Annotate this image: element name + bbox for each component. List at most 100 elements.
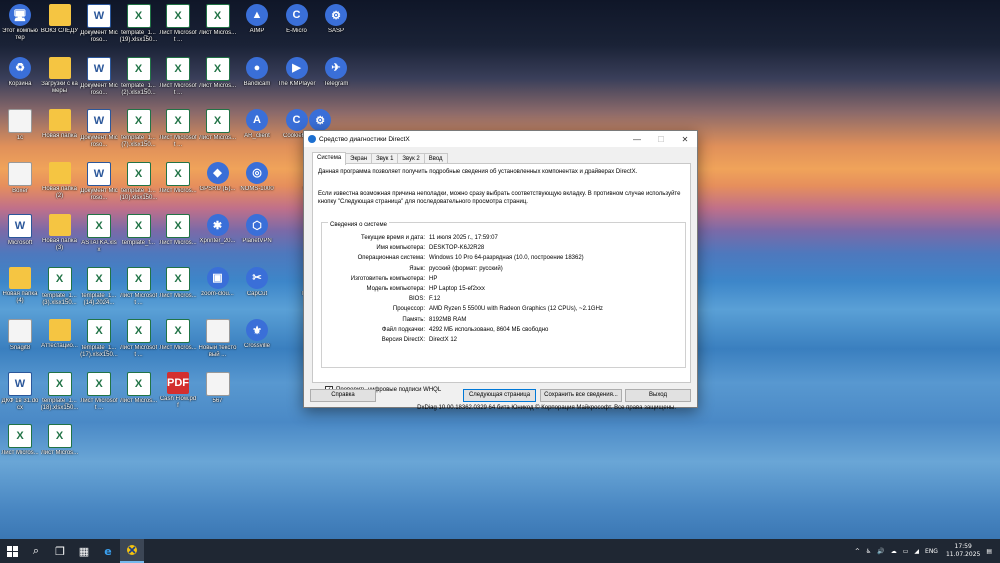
desktop-icon[interactable]: A AR_client <box>238 109 276 157</box>
title-bar[interactable]: Средство диагностики DirectX — ☐ ✕ <box>304 131 697 147</box>
desktop-icon[interactable]: X Лист Micros... <box>159 319 197 367</box>
battery-icon[interactable]: ▭ <box>903 548 909 555</box>
excel-file-icon: X <box>166 109 190 133</box>
word-file-icon: W <box>87 109 111 133</box>
desktop-icon[interactable]: W Документ Microso... <box>80 161 118 210</box>
file-file-icon <box>8 319 32 343</box>
dxdiag-taskbar-icon[interactable] <box>120 539 144 563</box>
language-indicator[interactable]: ENG <box>925 548 938 555</box>
desktop-icon[interactable]: Xtemplate_1... (10).xlsx150... <box>120 161 158 210</box>
desktop-icon[interactable]: X Лист Micros... <box>120 371 158 420</box>
desktop-icon[interactable]: ✱ Xprinter_20... <box>199 214 237 262</box>
save-all-button[interactable]: Сохранить все сведения... <box>540 389 622 402</box>
desktop-icon[interactable]: X Лист Microsoft ... <box>120 319 158 367</box>
desktop-icon[interactable]: X Лист Micros... <box>159 161 197 210</box>
next-page-button[interactable]: Следующая страница <box>463 389 536 402</box>
desktop-icon[interactable]: 🖥 Этот компьютер <box>1 4 39 52</box>
accessibility-icon[interactable]: ♿ <box>866 548 871 555</box>
desktop-icon[interactable]: ⚙ SASP <box>317 4 355 52</box>
excel-file-icon: X <box>166 319 190 343</box>
desktop-icon[interactable]: W Документ Microso... <box>80 4 118 52</box>
desktop-icon[interactable]: ▶ The KMPlayer <box>278 56 316 105</box>
desktop-icon[interactable]: Новый текстовый ... <box>199 319 237 367</box>
desktop-icon[interactable]: ◆ GPSRU (Б)... <box>199 161 237 210</box>
clock[interactable]: 17:59 11.07.2025 <box>946 543 980 559</box>
desktop-icon[interactable]: Xtemplate_1... (19).xlsx150... <box>120 4 158 52</box>
desktop-icon[interactable]: X Лист Micros... <box>159 266 197 315</box>
desktop-icon[interactable]: 567 <box>199 371 237 420</box>
desktop-icon[interactable]: ◎ NOMS-1000 <box>238 161 276 210</box>
desktop-icon[interactable]: X Лист Micros... <box>1 424 39 472</box>
search-icon[interactable]: ⌕ <box>24 539 48 563</box>
desktop-icon[interactable]: Xtemplate_1... (17).xlsx150... <box>80 319 118 367</box>
desktop-icon[interactable]: Xtemplate_1... (14).2024... <box>80 266 118 315</box>
desktop-icon[interactable]: Xtemplate_1... (18).xlsx150... <box>41 371 79 420</box>
desktop-icon[interactable]: X Лист Microsoft ... <box>159 56 197 105</box>
desktop-icon[interactable]: Xtemplate_1... (3).xlsx150... <box>41 266 79 315</box>
desktop-icon[interactable]: C E-Micro <box>278 4 316 52</box>
desktop-icon[interactable]: Новая папка (4) <box>1 266 39 315</box>
desktop-icon[interactable]: ⬡ PlanetVPN <box>238 214 276 262</box>
minimize-button[interactable]: — <box>625 131 649 147</box>
volume-icon[interactable]: 🔊 <box>877 548 884 555</box>
desktop-icon[interactable]: ▲ AIMP <box>238 4 276 52</box>
notifications-icon[interactable]: ▤ <box>986 548 992 555</box>
desktop-icon[interactable]: Новая папка (2) <box>41 161 79 210</box>
calculator-icon[interactable]: ▦ <box>72 539 96 563</box>
desktop-icon[interactable]: X ASTATKA.xlsx <box>80 214 118 262</box>
desktop-icon[interactable]: X Лист Micros... <box>199 4 237 52</box>
file-file-icon <box>205 319 230 343</box>
network-icon[interactable]: ◢ <box>914 548 919 555</box>
desktop-icon[interactable]: X Лист Microsoft ... <box>80 371 118 420</box>
desktop-icon[interactable]: Аттестацио... <box>41 319 79 367</box>
app-file-icon: ▲ <box>246 4 268 26</box>
desktop-icon[interactable]: X Лист Micros... <box>199 56 237 105</box>
desktop-icon[interactable]: X Лист Microsoft ... <box>120 266 158 315</box>
task-view-icon[interactable]: ❐ <box>48 539 72 563</box>
desktop-icon[interactable]: Загрузки с камеры <box>41 56 79 105</box>
excel-file-icon: X <box>8 424 32 448</box>
desktop-icon[interactable]: W ДКФ 1в 31.docx <box>1 371 39 420</box>
desktop-icon[interactable]: Новая папка (3) <box>41 214 79 262</box>
desktop-icon[interactable]: ✈ Telegram <box>317 56 355 105</box>
cloud-icon[interactable]: ☁ <box>891 548 897 555</box>
edge-icon[interactable]: e <box>96 539 120 563</box>
file-file-icon <box>8 109 32 133</box>
desktop-icon[interactable]: ВОКЗ СЛЕДУ <box>41 4 79 52</box>
taskbar: ⌕ ❐ ▦ e ^ ♿ 🔊 ☁ ▭ ◢ ENG 17:59 11.07.2025… <box>0 539 1000 563</box>
excel-file-icon: X <box>47 371 72 396</box>
tab-system[interactable]: Система <box>312 152 347 165</box>
close-button[interactable]: ✕ <box>673 131 697 147</box>
desktop-icon[interactable]: Xtemplate_1... (2).xlsx150... <box>120 56 158 105</box>
desktop-icon[interactable]: ● Bandicam <box>238 56 276 105</box>
desktop-icon[interactable]: Boxer <box>1 161 39 210</box>
desktop-icon[interactable]: X Лист Micros... <box>199 109 237 157</box>
help-button[interactable]: Справка <box>310 389 376 402</box>
desktop-icon[interactable]: W Документ Microso... <box>80 109 118 157</box>
desktop-icon[interactable]: PDF Cash Flow.pdf <box>159 371 197 420</box>
desktop-icon[interactable]: Новая папка <box>41 109 79 157</box>
desktop-icon[interactable]: ♻ Корзина <box>1 56 39 105</box>
desktop-icon[interactable]: ✂ CapCut <box>238 266 276 315</box>
excel-file-icon: X <box>166 214 190 238</box>
desktop-icon[interactable]: ⚜ Crossville <box>238 319 276 367</box>
word-file-icon: W <box>8 214 32 238</box>
desktop-icon[interactable]: Xtemplate_1... (7).xlsx150... <box>120 109 158 157</box>
desktop-icon[interactable]: X Лист Micros... <box>159 214 197 262</box>
intro-hint-text: Если известна возможная причина неполадк… <box>318 191 681 205</box>
desktop-icon[interactable]: X Лист Micros... <box>41 424 79 472</box>
desktop-icon[interactable]: Xtemplate_f... <box>120 214 158 262</box>
desktop-icon[interactable]: W Microsoft <box>1 214 39 262</box>
exit-button[interactable]: Выход <box>625 389 691 402</box>
chevron-up-icon[interactable]: ^ <box>855 548 860 555</box>
file-file-icon <box>205 371 230 396</box>
system-info-row: Операционная система: Windows 10 Pro 64-р… <box>322 255 685 265</box>
desktop-icon[interactable]: W Документ Microso... <box>80 56 118 105</box>
desktop-icon[interactable]: ▣ zoom-clou... <box>199 266 237 315</box>
desktop-icon[interactable]: X Лист Microsoft ... <box>159 4 197 52</box>
desktop-icon[interactable]: X Лист Microsoft ... <box>159 109 197 157</box>
start-button[interactable] <box>0 539 24 563</box>
desktop-icon[interactable]: 1с <box>1 109 39 157</box>
desktop-icon[interactable]: Snagit8 <box>1 319 39 367</box>
folder-file-icon <box>48 109 71 131</box>
